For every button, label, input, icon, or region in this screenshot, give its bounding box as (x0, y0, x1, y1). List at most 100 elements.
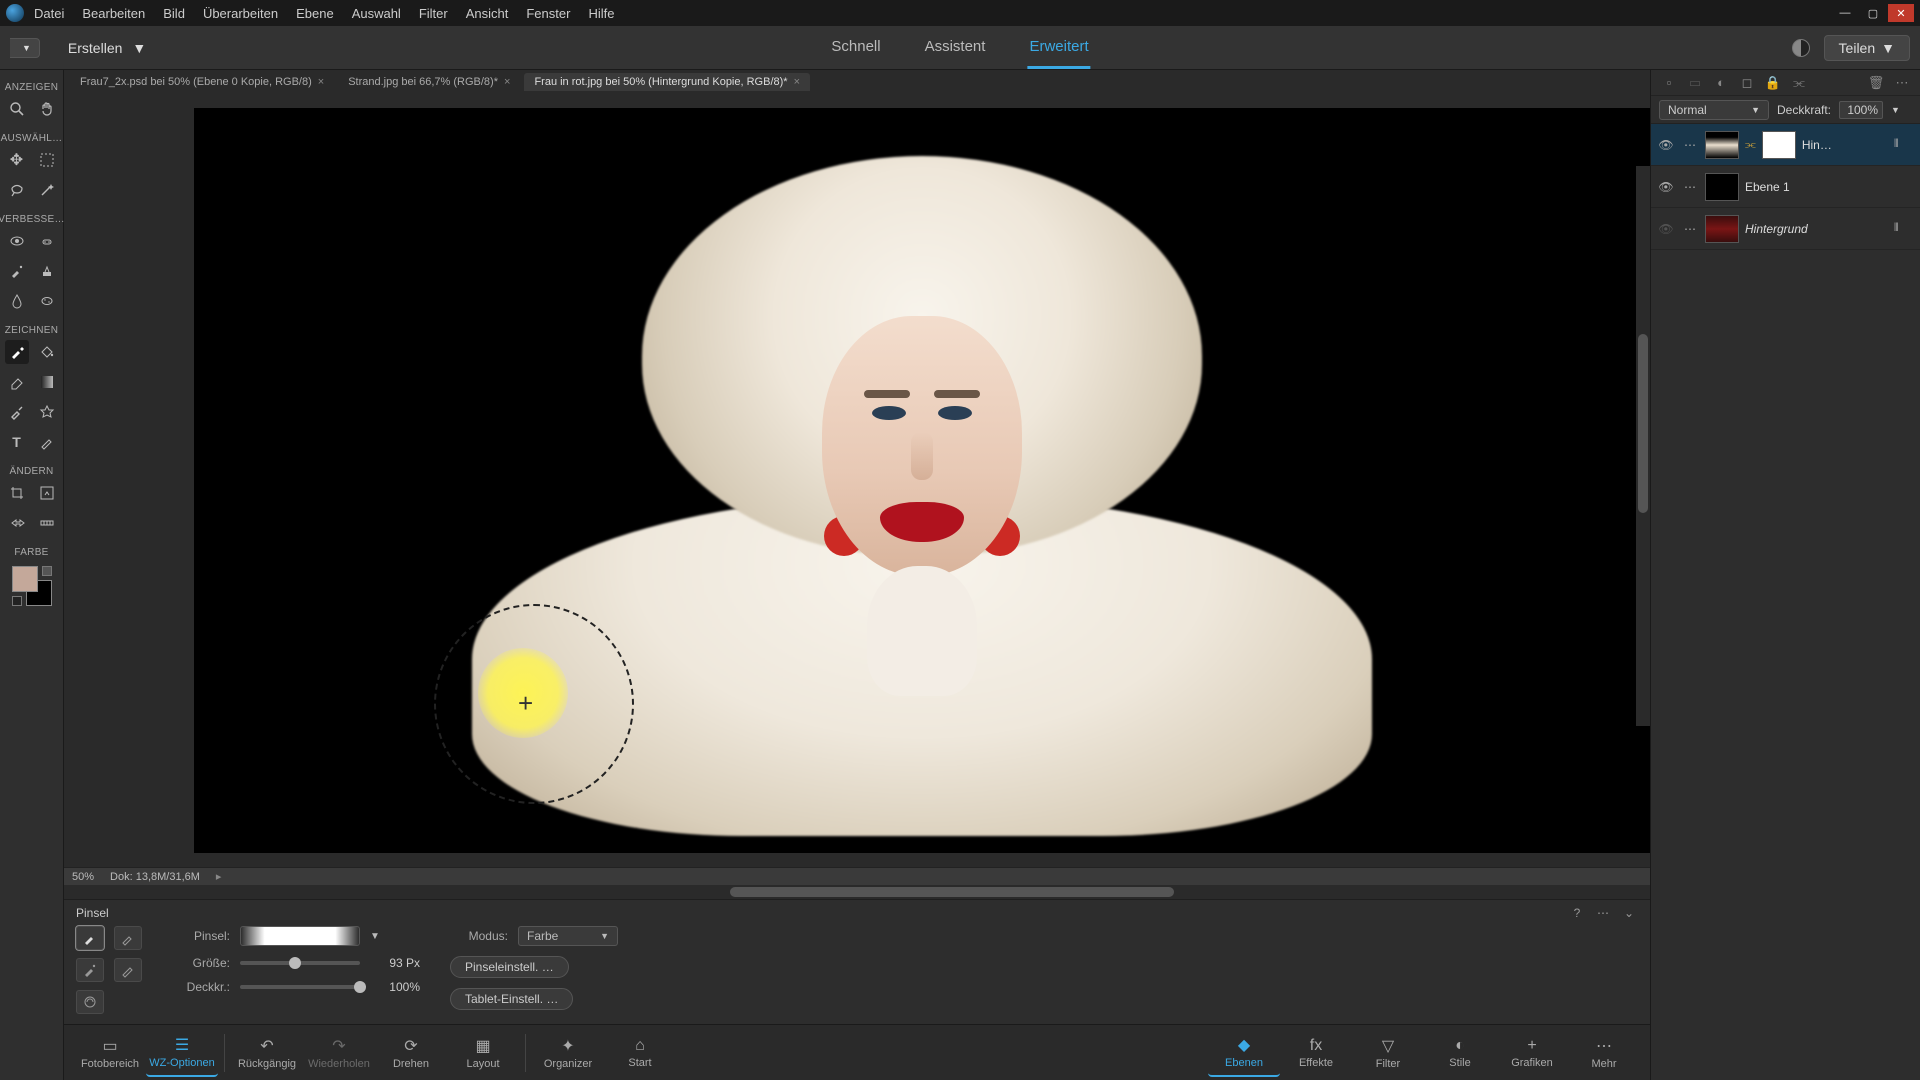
mode-select[interactable]: Farbe▼ (518, 926, 618, 946)
tab-quick[interactable]: Schnell (829, 27, 882, 69)
blur-tool[interactable] (5, 289, 29, 313)
layer-name[interactable]: Hintergrund (1745, 222, 1888, 236)
menu-fenster[interactable]: Fenster (526, 6, 570, 21)
magic-wand-tool[interactable] (35, 178, 59, 202)
sponge-tool[interactable] (35, 289, 59, 313)
visibility-toggle-icon[interactable]: 👁 (1657, 220, 1675, 238)
graphics-panel-button[interactable]: +Grafiken (1496, 1029, 1568, 1077)
menu-bearbeiten[interactable]: Bearbeiten (82, 6, 145, 21)
content-aware-move-tool[interactable] (5, 511, 29, 535)
brush-variant-mixer[interactable] (76, 990, 104, 1014)
redeye-tool[interactable] (5, 229, 29, 253)
zoom-tool[interactable] (5, 97, 29, 121)
foreground-color-swatch[interactable] (12, 566, 38, 592)
layer-row[interactable]: 👁 ⋯ Ebene 1 (1651, 166, 1920, 208)
help-icon[interactable]: ? (1568, 904, 1586, 922)
window-maximize-button[interactable]: ▢ (1860, 4, 1886, 22)
scrollbar-thumb[interactable] (730, 887, 1174, 897)
brush-variant-brush[interactable] (76, 926, 104, 950)
collapse-icon[interactable]: ⌄ (1620, 904, 1638, 922)
tablet-settings-button[interactable]: Tablet-Einstell. … (450, 988, 573, 1010)
color-swatches[interactable] (12, 566, 52, 606)
photo-bin-button[interactable]: ▭Fotobereich (74, 1029, 146, 1077)
canvas-viewport[interactable]: + (64, 94, 1650, 867)
redo-button[interactable]: ↷Wiederholen (303, 1029, 375, 1077)
link-layers-icon[interactable]: ⫘ (1789, 73, 1809, 93)
pencil-tool[interactable] (35, 430, 59, 454)
lock-icon[interactable]: ⋯ (1681, 178, 1699, 196)
window-close-button[interactable]: ✕ (1888, 4, 1914, 22)
chevron-down-icon[interactable]: ▼ (1891, 105, 1900, 115)
rotate-button[interactable]: ⟳Drehen (375, 1029, 447, 1077)
create-menu[interactable]: Erstellen ▼ (68, 40, 146, 56)
document-tab[interactable]: Strand.jpg bei 66,7% (RGB/8)*× (338, 73, 520, 91)
delete-layer-icon[interactable]: 🗑 (1866, 73, 1886, 93)
layers-panel-button[interactable]: ◆Ebenen (1208, 1029, 1280, 1077)
lasso-tool[interactable] (5, 178, 29, 202)
brush-variant-impressionist[interactable] (114, 926, 142, 950)
menu-hilfe[interactable]: Hilfe (588, 6, 614, 21)
menu-ebene[interactable]: Ebene (296, 6, 334, 21)
eraser-tool[interactable] (5, 370, 29, 394)
layer-mask-thumbnail[interactable] (1762, 131, 1796, 159)
layer-row[interactable]: 👁 ⋯ Hintergrund ⫴ (1651, 208, 1920, 250)
layer-row[interactable]: 👁 ⋯ ⫘ Hin… ⫴ (1651, 124, 1920, 166)
document-tab[interactable]: Frau7_2x.psd bei 50% (Ebene 0 Kopie, RGB… (70, 73, 334, 91)
opacity-value[interactable]: 100% (370, 980, 420, 994)
type-tool[interactable]: T (5, 430, 29, 454)
swap-colors-icon[interactable] (42, 566, 52, 576)
brush-variant-pencil[interactable] (114, 958, 142, 982)
chevron-down-icon[interactable]: ▼ (370, 931, 380, 942)
move-tool[interactable]: ✥ (5, 148, 29, 172)
lock-icon[interactable]: ⋯ (1681, 136, 1699, 154)
spot-heal-tool[interactable] (35, 229, 59, 253)
ui-theme-icon[interactable] (1792, 39, 1810, 57)
menu-ueberarbeiten[interactable]: Überarbeiten (203, 6, 278, 21)
new-group-icon[interactable]: ▭ (1685, 73, 1705, 93)
visibility-toggle-icon[interactable]: 👁 (1657, 136, 1675, 154)
brush-settings-button[interactable]: Pinseleinstell. … (450, 956, 569, 978)
lock-icon[interactable]: ⋯ (1681, 220, 1699, 238)
layer-name[interactable]: Ebene 1 (1745, 180, 1914, 194)
effects-panel-button[interactable]: fxEffekte (1280, 1029, 1352, 1077)
horizontal-scrollbar[interactable] (64, 885, 1650, 899)
document-tab[interactable]: Frau in rot.jpg bei 50% (Hintergrund Kop… (524, 73, 810, 91)
paint-bucket-tool[interactable] (35, 340, 59, 364)
more-panel-button[interactable]: ⋯Mehr (1568, 1029, 1640, 1077)
layer-mask-icon[interactable]: ◻ (1737, 73, 1757, 93)
brush-variant-color-replace[interactable] (76, 958, 104, 982)
layer-opacity-value[interactable]: 100% (1839, 101, 1883, 119)
gradient-tool[interactable] (35, 370, 59, 394)
smart-brush-tool[interactable] (5, 259, 29, 283)
organizer-button[interactable]: ✦Organizer (532, 1029, 604, 1077)
brush-preset-preview[interactable] (240, 926, 360, 946)
crop-tool[interactable] (5, 481, 29, 505)
lock-layer-icon[interactable]: 🔒 (1763, 73, 1783, 93)
layer-name[interactable]: Hin… (1802, 138, 1888, 152)
brush-tool[interactable] (5, 340, 29, 364)
visibility-toggle-icon[interactable]: 👁 (1657, 178, 1675, 196)
window-minimize-button[interactable]: — (1832, 4, 1858, 22)
close-icon[interactable]: × (504, 76, 510, 88)
panel-menu-icon[interactable]: ⋯ (1594, 904, 1612, 922)
canvas[interactable] (194, 108, 1650, 853)
zoom-readout[interactable]: 50% (72, 871, 94, 883)
menu-filter[interactable]: Filter (419, 6, 448, 21)
menu-datei[interactable]: Datei (34, 6, 64, 21)
size-slider[interactable] (240, 961, 360, 965)
filters-panel-button[interactable]: ▽Filter (1352, 1029, 1424, 1077)
vertical-scrollbar[interactable] (1636, 166, 1650, 726)
menu-bild[interactable]: Bild (163, 6, 185, 21)
layer-fx-icon[interactable]: ⫴ (1894, 222, 1914, 235)
home-button[interactable]: ⌂Start (604, 1029, 676, 1077)
undo-button[interactable]: ↶Rückgängig (231, 1029, 303, 1077)
new-layer-icon[interactable]: ▫ (1659, 73, 1679, 93)
scrollbar-thumb[interactable] (1638, 334, 1648, 513)
layer-thumbnail[interactable] (1705, 173, 1739, 201)
layer-thumbnail[interactable] (1705, 131, 1739, 159)
straighten-tool[interactable] (35, 511, 59, 535)
share-button[interactable]: Teilen ▼ (1824, 35, 1910, 61)
layer-fx-icon[interactable]: ⫴ (1894, 138, 1914, 151)
marquee-tool[interactable] (35, 148, 59, 172)
clone-stamp-tool[interactable] (35, 259, 59, 283)
